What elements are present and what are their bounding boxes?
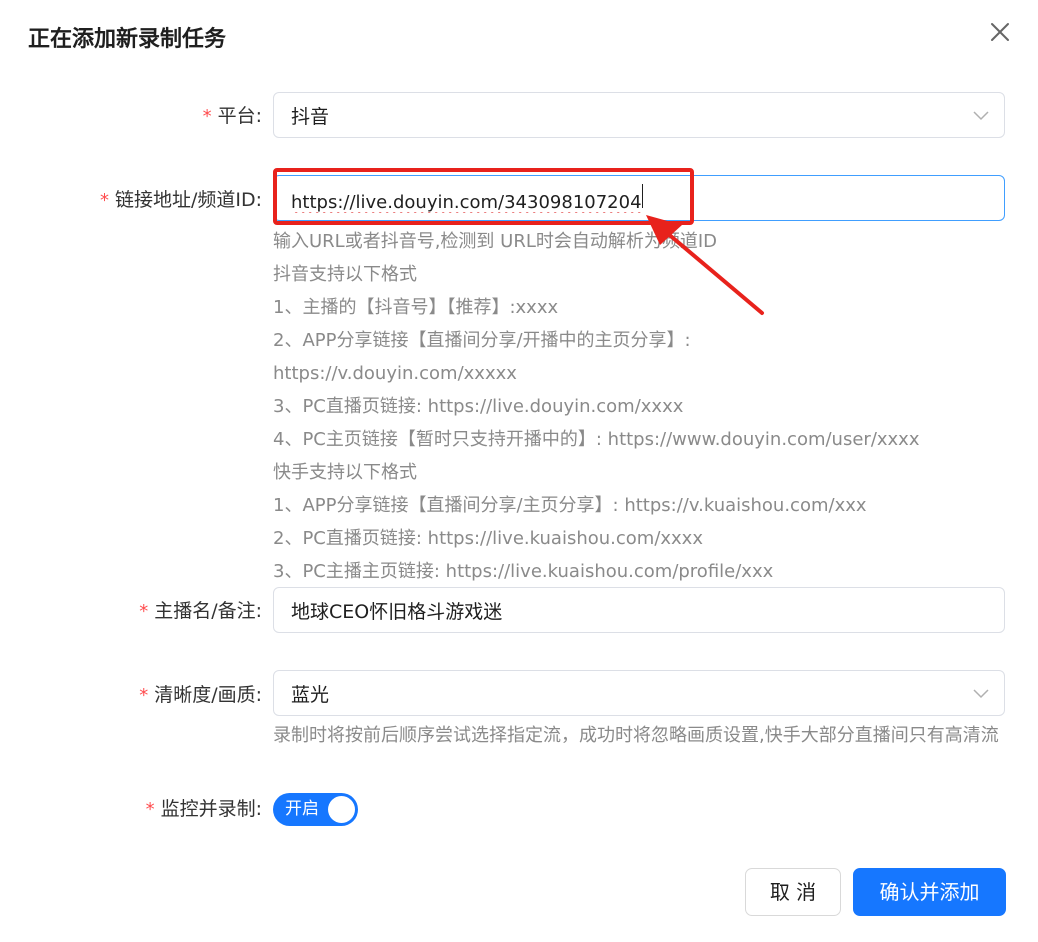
help-line: 抖音支持以下格式 <box>273 264 417 285</box>
required-mark: * <box>139 685 149 706</box>
platform-label: * 平台: <box>202 105 262 127</box>
required-mark: * <box>145 799 155 820</box>
add-recording-task-dialog: 正在添加新录制任务 * 平台: 抖音 * 链接地址/频道ID: https://li… <box>0 0 1038 942</box>
toggle-label: 开启 <box>285 799 319 819</box>
help-line: 1、APP分享链接【直播间分享/主页分享】: https://v.kuaisho… <box>273 495 867 516</box>
cancel-button[interactable]: 取 消 <box>745 868 841 916</box>
confirm-add-button[interactable]: 确认并添加 <box>853 868 1006 916</box>
url-label: * 链接地址/频道ID: <box>99 189 262 211</box>
help-line: 3、PC主播主页链接: https://live.kuaishou.com/pr… <box>273 561 774 582</box>
chevron-down-icon <box>973 689 989 699</box>
help-line: https://v.douyin.com/xxxxx <box>273 363 517 384</box>
monitor-toggle[interactable]: 开启 <box>273 793 358 826</box>
help-line: 1、主播的【抖音号】【推荐】:xxxx <box>273 297 559 318</box>
platform-select-value: 抖音 <box>291 105 330 128</box>
url-input-text: https://live.douyin.com/343098107204 <box>291 191 642 213</box>
url-input[interactable]: https://live.douyin.com/343098107204 <box>291 183 990 213</box>
chevron-down-icon <box>973 111 989 121</box>
dialog-title: 正在添加新录制任务 <box>28 27 227 52</box>
quality-select[interactable]: 蓝光 <box>273 670 1005 716</box>
help-line: 2、APP分享链接【直播间分享/开播中的主页分享】: <box>273 330 691 351</box>
platform-select[interactable]: 抖音 <box>273 92 1005 138</box>
close-icon <box>991 23 1009 41</box>
toggle-knob <box>328 796 355 823</box>
help-line: 输入URL或者抖音号,检测到 URL时会自动解析为频道ID <box>273 231 718 252</box>
quality-select-value: 蓝光 <box>291 683 330 706</box>
streamer-name-value: 地球CEO怀旧格斗游戏迷 <box>291 600 503 623</box>
quality-label: * 清晰度/画质: <box>139 684 262 706</box>
help-line: 快手支持以下格式 <box>273 462 417 483</box>
streamer-name-input[interactable]: 地球CEO怀旧格斗游戏迷 <box>273 587 1005 633</box>
required-mark: * <box>139 601 149 622</box>
close-button[interactable] <box>986 18 1014 46</box>
help-line: 2、PC直播页链接: https://live.kuaishou.com/xxx… <box>273 528 703 549</box>
text-caret <box>641 183 643 208</box>
monitor-label: * 监控并录制: <box>145 798 262 820</box>
streamer-label: * 主播名/备注: <box>139 600 262 622</box>
url-help-text: 输入URL或者抖音号,检测到 URL时会自动解析为频道ID 抖音支持以下格式 1… <box>273 225 1003 588</box>
required-mark: * <box>99 190 109 211</box>
help-line: 3、PC直播页链接: https://live.douyin.com/xxxx <box>273 396 684 417</box>
help-line: 4、PC主页链接【暂时只支持开播中的】: https://www.douyin.… <box>273 429 920 450</box>
required-mark: * <box>202 106 212 127</box>
url-input-wrapper[interactable]: https://live.douyin.com/343098107204 <box>273 175 1005 221</box>
quality-help-text: 录制时将按前后顺序尝试选择指定流，成功时将忽略画质设置,快手大部分直播间只有高清… <box>273 725 999 746</box>
